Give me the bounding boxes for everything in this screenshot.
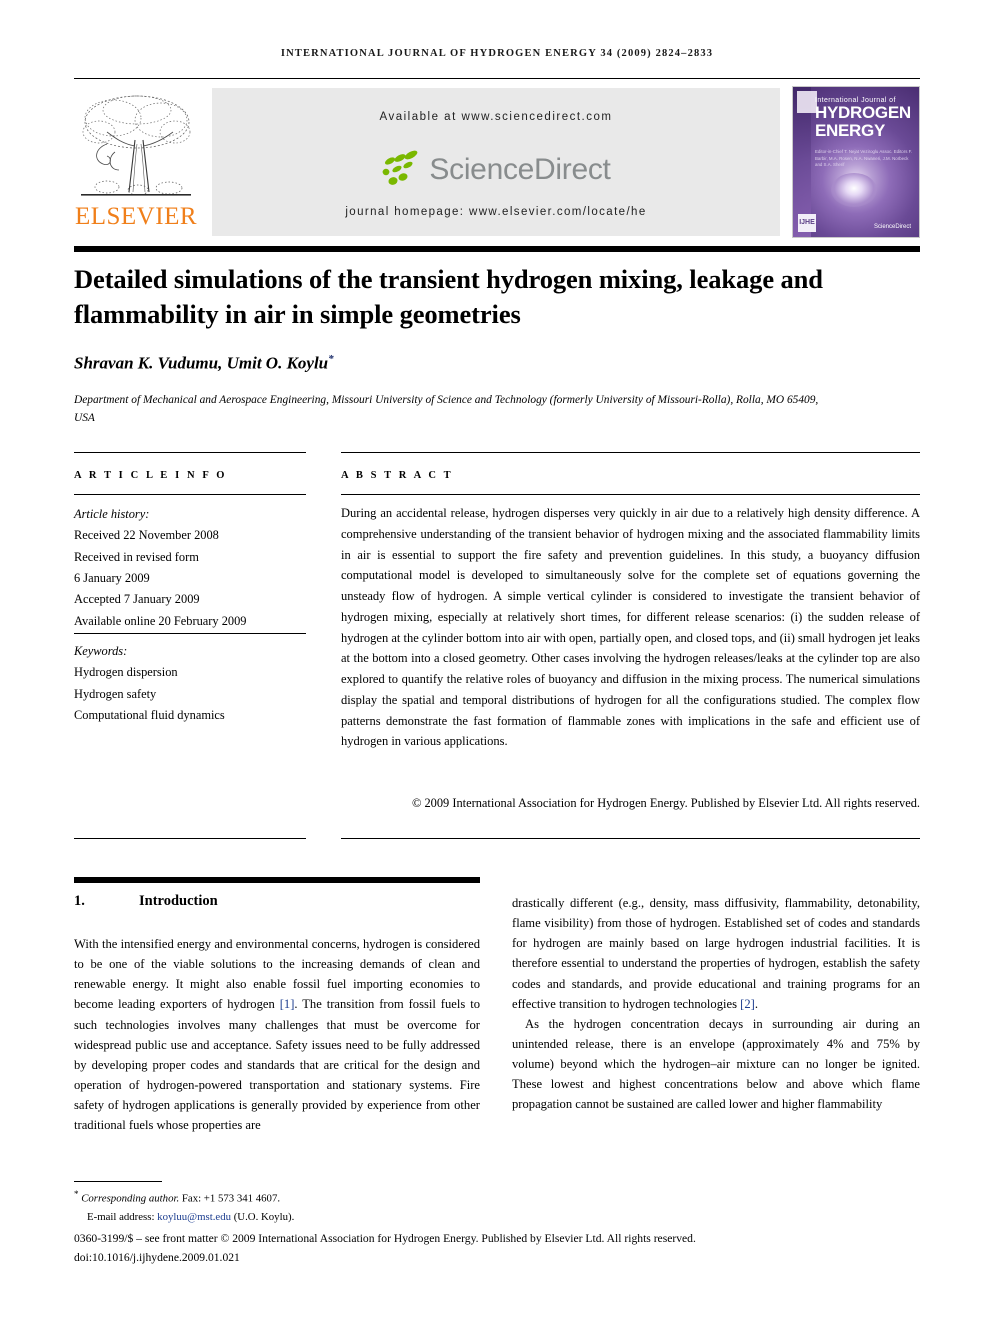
intro-left-paragraph: With the intensified energy and environm… [74, 934, 480, 1135]
abstract-heading-rule [341, 494, 920, 495]
author-list: Shravan K. Vudumu, Umit O. Koylu* [74, 353, 864, 374]
introduction-title: Introduction [139, 893, 218, 909]
sciencedirect-wordmark: ScienceDirect [429, 153, 611, 186]
intro-right-paragraph-2: As the hydrogen concentration decays in … [512, 1016, 920, 1112]
introduction-heading-bar [74, 877, 480, 883]
cover-sciencedirect-label: ScienceDirect [873, 224, 911, 230]
keywords-block: Keywords: Hydrogen dispersion Hydrogen s… [74, 641, 306, 726]
cover-titles: International Journal of HYDROGEN ENERGY [815, 97, 914, 140]
article-history-label: Article history: [74, 507, 150, 521]
corresponding-author-marker: * [328, 353, 334, 365]
email-address-label: E-mail address: [87, 1210, 155, 1223]
cover-orb-graphic [831, 173, 877, 207]
article-history-item: Received in revised form [74, 549, 199, 564]
header-rule [74, 78, 920, 79]
abstract-copyright: © 2009 International Association for Hyd… [411, 796, 920, 810]
article-info-heading: A R T I C L E I N F O [74, 470, 228, 481]
cover-badge-icon: IJHE [798, 214, 816, 232]
elsevier-tree-icon [77, 88, 195, 208]
intro-left-text-b: . The transition from fossil fuels to su… [74, 997, 480, 1133]
abstract-heading: A B S T R A C T [341, 470, 454, 481]
cover-title-energy: ENERGY [815, 120, 885, 140]
article-history-item: 6 January 2009 [74, 570, 150, 585]
cover-editors-text: Editor-in-Chief T. Nejat Veziroglu Assoc… [815, 149, 913, 168]
corresponding-author-fax: Fax: +1 573 341 4607. [181, 1192, 281, 1205]
abstract-text: During an accidental release, hydrogen d… [341, 506, 920, 749]
email-link[interactable]: koyluu@mst.edu [157, 1211, 231, 1223]
cover-title-hydrogen: HYDROGEN [815, 103, 911, 122]
elsevier-logo: ELSEVIER [74, 86, 198, 238]
page-title: Detailed simulations of the transient hy… [74, 264, 823, 330]
author-names: Shravan K. Vudumu, Umit O. Koylu [74, 353, 329, 373]
journal-cover-thumbnail: International Journal of HYDROGEN ENERGY… [792, 86, 920, 238]
available-at-text: Available at www.sciencedirect.com [379, 111, 613, 123]
doi-line: doi:10.1016/j.ijhydene.2009.01.021 [74, 1250, 240, 1264]
footnote-rule [74, 1181, 162, 1182]
masthead-bottom-rule [74, 246, 920, 252]
info-bottom-rule [74, 838, 306, 839]
journal-article-page: INTERNATIONAL JOURNAL OF HYDROGEN ENERGY… [0, 0, 992, 1323]
intro-right-text-b: . [754, 996, 758, 1011]
citation-link-2[interactable]: [2] [740, 997, 755, 1011]
elsevier-wordmark: ELSEVIER [74, 203, 198, 230]
body-column-left: With the intensified energy and environm… [74, 934, 480, 1135]
corresponding-author-footnote-marker: * [74, 1189, 79, 1199]
body-column-right: drastically different (e.g., density, ma… [512, 893, 920, 1115]
introduction-number: 1. [74, 893, 85, 909]
abstract-body: During an accidental release, hydrogen d… [341, 503, 920, 752]
abstract-top-rule [341, 452, 920, 453]
intro-right-paragraph-1: drastically different (e.g., density, ma… [512, 893, 920, 1014]
footnote-block: * Corresponding author. Fax: +1 573 341 … [74, 1187, 574, 1226]
info-top-rule [74, 452, 306, 453]
cover-elsevier-mark-icon [797, 91, 817, 113]
sciencedirect-leaves-icon [383, 150, 418, 185]
email-note: E-mail address: koyluu@mst.edu (U.O. Koy… [74, 1208, 574, 1226]
article-history-block: Article history: Received 22 November 20… [74, 504, 306, 632]
keywords-top-rule [74, 633, 306, 634]
citation-link-1[interactable]: [1] [280, 997, 295, 1011]
article-history-item: Received 22 November 2008 [74, 528, 219, 543]
keyword-item: Computational fluid dynamics [74, 707, 225, 722]
masthead: ELSEVIER Available at www.sciencedirect.… [74, 86, 920, 238]
keyword-item: Hydrogen dispersion [74, 665, 178, 680]
affiliation: Department of Mechanical and Aerospace E… [74, 394, 819, 425]
running-head: INTERNATIONAL JOURNAL OF HYDROGEN ENERGY… [280, 48, 714, 59]
sciencedirect-logo: ScienceDirect [212, 146, 780, 194]
imprint-block: 0360-3199/$ – see front matter © 2009 In… [74, 1230, 920, 1267]
article-history-item: Accepted 7 January 2009 [74, 592, 200, 607]
keyword-item: Hydrogen safety [74, 686, 157, 701]
article-history-item: Available online 20 February 2009 [74, 613, 247, 628]
issn-copyright-line: 0360-3199/$ – see front matter © 2009 In… [74, 1232, 696, 1245]
corresponding-author-note: * Corresponding author. Fax: +1 573 341 … [74, 1187, 574, 1208]
corresponding-author-label: Corresponding author. [81, 1192, 180, 1205]
journal-homepage-text: journal homepage: www.elsevier.com/locat… [345, 206, 647, 218]
sciencedirect-banner: Available at www.sciencedirect.com Scien… [212, 88, 780, 236]
keywords-label: Keywords: [74, 644, 128, 658]
info-heading-rule [74, 494, 306, 495]
abstract-bottom-rule [341, 838, 920, 839]
intro-right-text-a: drastically different (e.g., density, ma… [512, 896, 920, 1011]
email-owner: (U.O. Koylu). [233, 1210, 295, 1223]
